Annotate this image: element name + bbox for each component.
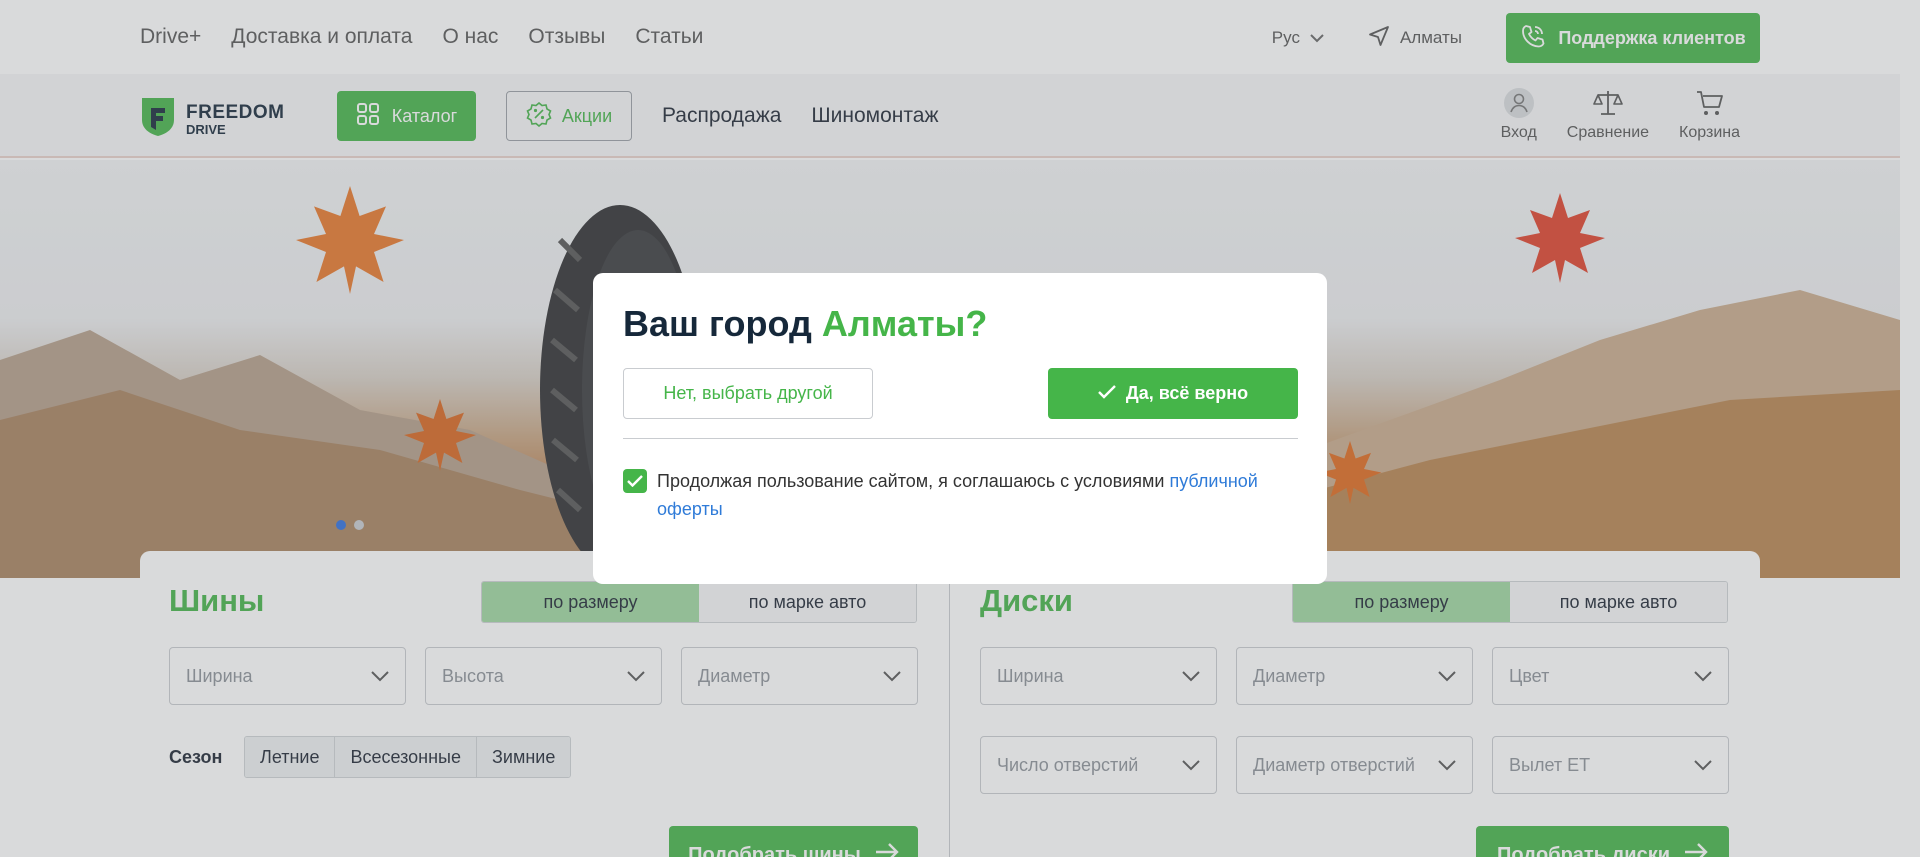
terms-text-body: Продолжая пользование сайтом, я соглашаю…	[657, 471, 1165, 491]
modal-title: Ваш город Алматы?	[623, 303, 987, 345]
check-icon	[627, 475, 643, 487]
terms-agreement: Продолжая пользование сайтом, я соглашаю…	[623, 469, 1303, 523]
modal-title-city: Алматы?	[821, 303, 988, 344]
city-confirm-modal: Ваш город Алматы? Нет, выбрать другой Да…	[593, 273, 1327, 584]
modal-title-prefix: Ваш город	[623, 303, 812, 344]
terms-text: Продолжая пользование сайтом, я соглашаю…	[657, 467, 1303, 523]
choose-other-city-button[interactable]: Нет, выбрать другой	[623, 368, 873, 419]
confirm-city-label: Да, всё верно	[1125, 383, 1249, 403]
confirm-city-button[interactable]: Да, всё верно	[1048, 368, 1298, 419]
modal-divider	[623, 438, 1298, 439]
check-icon	[1098, 383, 1116, 404]
terms-checkbox[interactable]	[623, 469, 647, 493]
